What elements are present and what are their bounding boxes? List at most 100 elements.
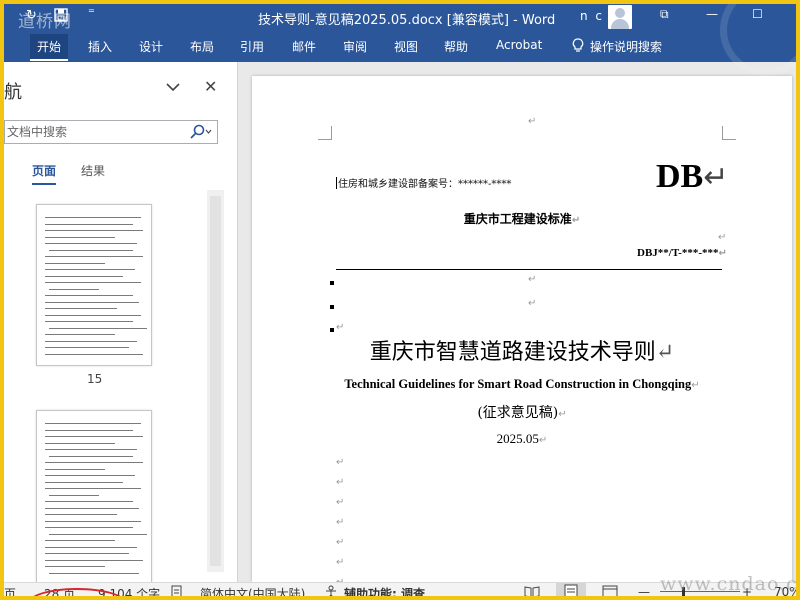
tab-home[interactable]: 开始 bbox=[30, 34, 69, 61]
tell-me-label: 操作说明搜索 bbox=[590, 40, 663, 54]
thumbnail-text-line bbox=[45, 256, 143, 257]
document-status-text: (征求意见稿) bbox=[477, 405, 559, 421]
document-title-en: Technical Guidelines for Smart Road Cons… bbox=[252, 377, 792, 392]
tab-design[interactable]: 设计 bbox=[139, 38, 163, 55]
scrollbar-thumb[interactable] bbox=[210, 196, 221, 566]
thumbnail-text-line bbox=[45, 566, 105, 567]
text-cursor bbox=[336, 177, 337, 189]
thumbnail-text-line bbox=[45, 436, 143, 437]
paragraph-mark: ↵ bbox=[718, 248, 727, 259]
nav-tab-pages[interactable]: 页面 bbox=[32, 162, 57, 185]
paragraph-mark: ↵ bbox=[336, 497, 345, 508]
thumbnail-text-line bbox=[45, 334, 115, 335]
zoom-out-icon[interactable]: — bbox=[638, 585, 650, 596]
thumbnail-text-line bbox=[45, 546, 137, 548]
title-bar: ↻ ⁼ 技术导则-意见稿2025.05.docx [兼容模式] - Word n… bbox=[4, 4, 796, 30]
thumbnail-text-line bbox=[45, 353, 143, 355]
thumbnail-text-line bbox=[49, 288, 99, 290]
thumbnail-text-line bbox=[45, 347, 129, 348]
document-date-text: 2025.05 bbox=[496, 431, 539, 446]
document-search-box[interactable] bbox=[4, 120, 218, 144]
chevron-down-icon[interactable] bbox=[164, 80, 182, 94]
thumbnail-text-line bbox=[45, 429, 133, 431]
thumbnail-text-line bbox=[49, 533, 147, 535]
customize-quick-access-icon[interactable]: ⁼ bbox=[88, 6, 95, 21]
user-avatar[interactable] bbox=[608, 5, 632, 29]
status-accessibility[interactable]: 辅助功能: 调查 bbox=[344, 585, 425, 596]
paragraph-mark: ↵ bbox=[528, 298, 537, 309]
thumbnail-text-line bbox=[45, 308, 117, 309]
tab-layout[interactable]: 布局 bbox=[190, 38, 214, 55]
ribbon-display-options-icon[interactable]: ⧉ bbox=[660, 7, 669, 22]
thumbnail-text-line bbox=[45, 223, 133, 225]
thumbnail-text-line bbox=[45, 321, 133, 322]
window-title: 技术导则-意见稿2025.05.docx [兼容模式] - Word bbox=[258, 13, 556, 28]
thumbnail-text-line bbox=[45, 462, 143, 463]
list-bullet bbox=[330, 305, 334, 309]
thumbnail-text-line bbox=[45, 275, 123, 277]
document-date: 2025.05↵ bbox=[252, 431, 792, 447]
word-window: ↻ ⁼ 技术导则-意见稿2025.05.docx [兼容模式] - Word n… bbox=[0, 0, 800, 600]
tab-help[interactable]: 帮助 bbox=[444, 38, 468, 55]
read-mode-icon[interactable] bbox=[524, 585, 540, 596]
thumbnail-text-line bbox=[45, 468, 105, 470]
document-page[interactable]: ↵ 住房和城乡建设部备案号：******-**** DB↵ 重庆市工程建设标准↵… bbox=[252, 76, 792, 582]
ribbon-tab-bar: 开始 插入 设计 布局 引用 邮件 审阅 视图 帮助 Acrobat 操作说明搜… bbox=[4, 30, 796, 62]
zoom-level[interactable]: 70% bbox=[774, 585, 796, 596]
thumbnail-text-line bbox=[45, 488, 141, 489]
document-search-input[interactable] bbox=[7, 124, 177, 140]
autosave-icon[interactable]: ↻ bbox=[26, 8, 37, 23]
save-icon[interactable] bbox=[54, 8, 68, 26]
paragraph-mark: ↵ bbox=[336, 537, 345, 548]
list-bullet bbox=[330, 281, 334, 285]
crop-mark-top-left bbox=[318, 126, 332, 140]
web-layout-icon[interactable] bbox=[602, 585, 618, 596]
tab-acrobat[interactable]: Acrobat bbox=[496, 38, 542, 52]
thumbnail-text-line bbox=[45, 243, 137, 244]
thumbnail-text-line bbox=[45, 282, 141, 283]
zoom-in-icon[interactable]: + bbox=[742, 585, 752, 596]
page-thumbnail-16[interactable] bbox=[36, 410, 152, 585]
thumbnail-text-line bbox=[45, 540, 115, 541]
search-icon[interactable] bbox=[189, 124, 213, 144]
tell-me-search[interactable]: 操作说明搜索 bbox=[572, 38, 662, 55]
paragraph-mark: ↵ bbox=[336, 517, 345, 528]
document-title-cn-text: 重庆市智慧道路建设技术导则 bbox=[369, 340, 656, 365]
zoom-slider[interactable] bbox=[660, 591, 740, 592]
tab-view[interactable]: 视图 bbox=[394, 38, 418, 55]
standard-heading: 重庆市工程建设标准↵ bbox=[252, 210, 792, 227]
tab-references[interactable]: 引用 bbox=[240, 38, 264, 55]
thumbnail-text-line bbox=[45, 217, 141, 218]
zoom-slider-thumb[interactable] bbox=[682, 587, 685, 596]
thumbnail-text-line bbox=[45, 295, 133, 296]
thumbnail-text-line bbox=[45, 520, 141, 522]
thumbnail-text-line bbox=[49, 249, 133, 251]
document-title-en-text: Technical Guidelines for Smart Road Cons… bbox=[344, 377, 692, 391]
proofing-icon[interactable] bbox=[170, 585, 184, 596]
minimize-button[interactable]: — bbox=[706, 7, 718, 21]
filing-code-text: 住房和城乡建设部备案号：******-**** bbox=[338, 179, 512, 190]
paragraph-mark: ↵ bbox=[528, 274, 537, 285]
accessibility-icon[interactable] bbox=[324, 585, 340, 596]
tab-review[interactable]: 审阅 bbox=[343, 38, 367, 55]
close-icon[interactable]: ✕ bbox=[204, 77, 217, 96]
thumbnail-text-line bbox=[45, 481, 123, 483]
print-layout-icon[interactable] bbox=[556, 583, 586, 596]
paragraph-mark: ↵ bbox=[336, 477, 345, 488]
navigation-pane: 航 ✕ 页面 结果 15 bbox=[4, 62, 238, 585]
paragraph-mark: ↵ bbox=[571, 215, 581, 226]
tab-mailings[interactable]: 邮件 bbox=[292, 38, 316, 55]
list-bullet bbox=[330, 328, 334, 332]
thumbnail-text-line bbox=[49, 572, 139, 574]
page-thumbnail-15[interactable] bbox=[36, 204, 152, 366]
status-bar: 页 28 页 9,104 个字 简体中文(中国大陆) 辅助功能: 调查 — + … bbox=[4, 582, 796, 596]
thumbnail-text-line bbox=[45, 269, 135, 270]
filing-code: 住房和城乡建设部备案号：******-**** bbox=[336, 175, 511, 190]
nav-tab-results[interactable]: 结果 bbox=[81, 162, 105, 179]
page-thumbnail-label: 15 bbox=[87, 372, 103, 386]
tab-insert[interactable]: 插入 bbox=[88, 38, 112, 55]
thumbnail-scrollbar[interactable] bbox=[207, 190, 224, 572]
user-name[interactable]: n c bbox=[580, 9, 604, 23]
status-language[interactable]: 简体中文(中国大陆) bbox=[200, 585, 305, 596]
header-rule bbox=[336, 269, 722, 270]
